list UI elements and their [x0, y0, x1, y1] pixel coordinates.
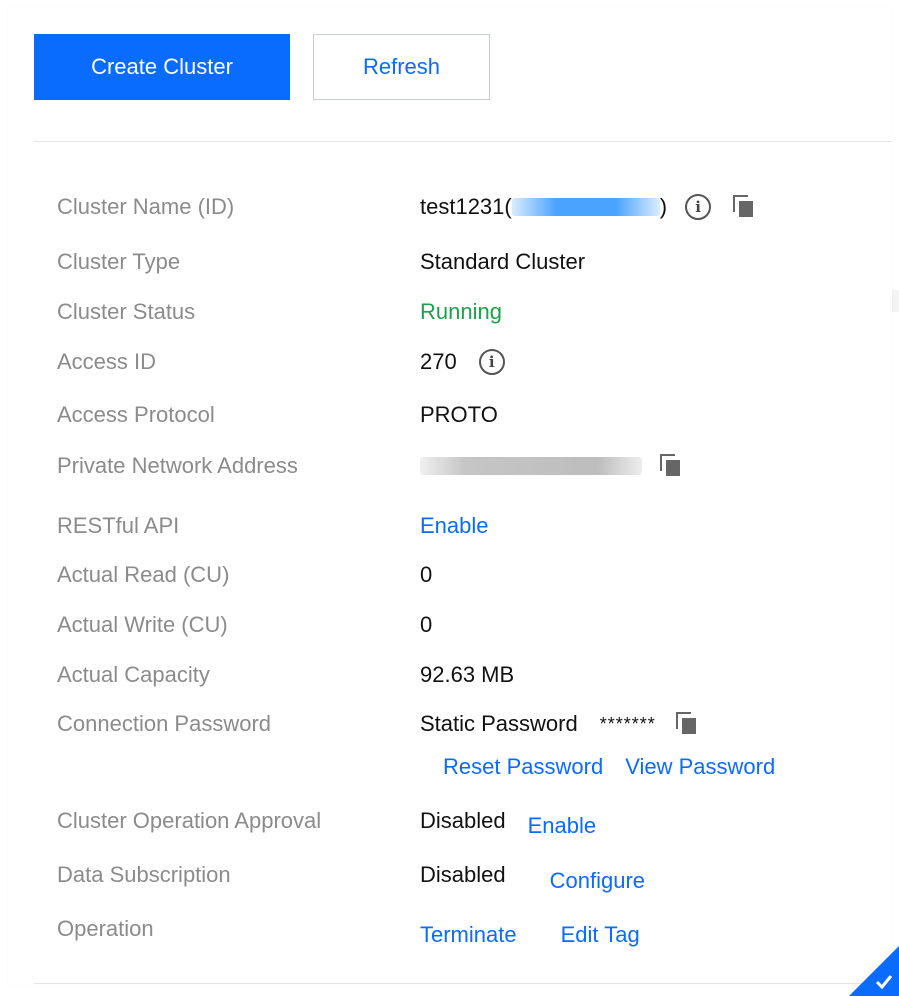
- subscription-status: Disabled: [420, 862, 506, 887]
- cluster-name-text: test1231(: [420, 194, 512, 219]
- restful-api-row: RESTful API Enable: [57, 509, 899, 543]
- actual-write-label: Actual Write (CU): [57, 612, 228, 637]
- copy-icon[interactable]: [660, 454, 682, 478]
- private-address-row: Private Network Address: [57, 449, 899, 483]
- cluster-name-row: Cluster Name (ID) test1231( ) i: [57, 190, 899, 224]
- subscription-value: Disabled Configure: [420, 862, 645, 893]
- access-protocol-value: PROTO: [420, 402, 498, 427]
- cluster-name-close: ): [659, 194, 668, 219]
- access-protocol-row: Access Protocol PROTO: [57, 398, 899, 432]
- subscription-row: Data Subscription Disabled Configure: [57, 858, 899, 893]
- actual-read-value: 0: [420, 562, 433, 587]
- connection-password-value: Static Password *******: [420, 711, 698, 737]
- info-icon[interactable]: i: [478, 349, 505, 375]
- connection-password-label: Connection Password: [57, 711, 272, 736]
- cluster-type-value: Standard Cluster: [420, 249, 586, 274]
- cluster-status-label: Cluster Status: [57, 299, 196, 324]
- private-address-value: [420, 454, 682, 478]
- password-masked: *******: [599, 713, 656, 734]
- access-id-value: 270 i: [420, 349, 505, 375]
- cluster-type-label: Cluster Type: [57, 249, 181, 274]
- copy-icon[interactable]: [733, 195, 755, 219]
- password-actions: Reset Password View Password: [443, 754, 775, 780]
- actual-read-label: Actual Read (CU): [57, 562, 230, 587]
- access-id-row: Access ID 270 i: [57, 345, 899, 379]
- subscription-configure-link[interactable]: Configure: [550, 868, 645, 894]
- bottom-divider: [34, 983, 892, 984]
- actual-write-value: 0: [420, 612, 433, 637]
- actual-write-row: Actual Write (CU) 0: [57, 608, 899, 642]
- cluster-type-row: Cluster Type Standard Cluster: [57, 245, 899, 279]
- cluster-status-row: Cluster Status Running: [57, 295, 899, 329]
- actual-read-row: Actual Read (CU) 0: [57, 558, 899, 592]
- view-password-link[interactable]: View Password: [625, 754, 775, 780]
- reset-password-link[interactable]: Reset Password: [443, 754, 603, 780]
- private-address-label: Private Network Address: [57, 453, 298, 478]
- cluster-id-masked: [511, 198, 660, 216]
- private-address-masked: [420, 457, 642, 475]
- approval-enable-link[interactable]: Enable: [528, 813, 597, 839]
- copy-icon[interactable]: [675, 712, 698, 736]
- operation-value: Terminate Edit Tag: [420, 916, 640, 947]
- top-divider: [34, 141, 892, 142]
- info-icon[interactable]: i: [685, 194, 712, 220]
- actual-capacity-label: Actual Capacity: [57, 662, 210, 687]
- restful-api-enable-link[interactable]: Enable: [420, 513, 489, 539]
- actual-capacity-row: Actual Capacity 92.63 MB: [57, 658, 899, 692]
- password-type: Static Password: [420, 711, 578, 736]
- approval-row: Cluster Operation Approval Disabled Enab…: [57, 804, 899, 838]
- access-id-label: Access ID: [57, 349, 157, 374]
- check-corner-icon: [849, 946, 899, 996]
- edit-tag-link[interactable]: Edit Tag: [561, 922, 640, 948]
- approval-value: Disabled Enable: [420, 808, 596, 838]
- operation-label: Operation: [57, 916, 154, 941]
- refresh-button[interactable]: Refresh: [313, 34, 490, 100]
- approval-status: Disabled: [420, 808, 506, 833]
- operation-row: Operation Terminate Edit Tag: [57, 912, 899, 947]
- subscription-label: Data Subscription: [57, 862, 231, 887]
- terminate-link[interactable]: Terminate: [420, 922, 517, 948]
- create-cluster-button[interactable]: Create Cluster: [34, 34, 290, 100]
- actual-capacity-value: 92.63 MB: [420, 662, 515, 687]
- cluster-name-label: Cluster Name (ID): [57, 194, 235, 219]
- access-protocol-label: Access Protocol: [57, 402, 215, 427]
- restful-api-label: RESTful API: [57, 513, 180, 538]
- connection-password-row: Connection Password Static Password ****…: [57, 707, 899, 741]
- approval-label: Cluster Operation Approval: [57, 808, 322, 833]
- cluster-name-value: test1231( ) i: [420, 194, 755, 220]
- cluster-status-value: Running: [420, 299, 502, 324]
- access-id-text: 270: [420, 349, 457, 374]
